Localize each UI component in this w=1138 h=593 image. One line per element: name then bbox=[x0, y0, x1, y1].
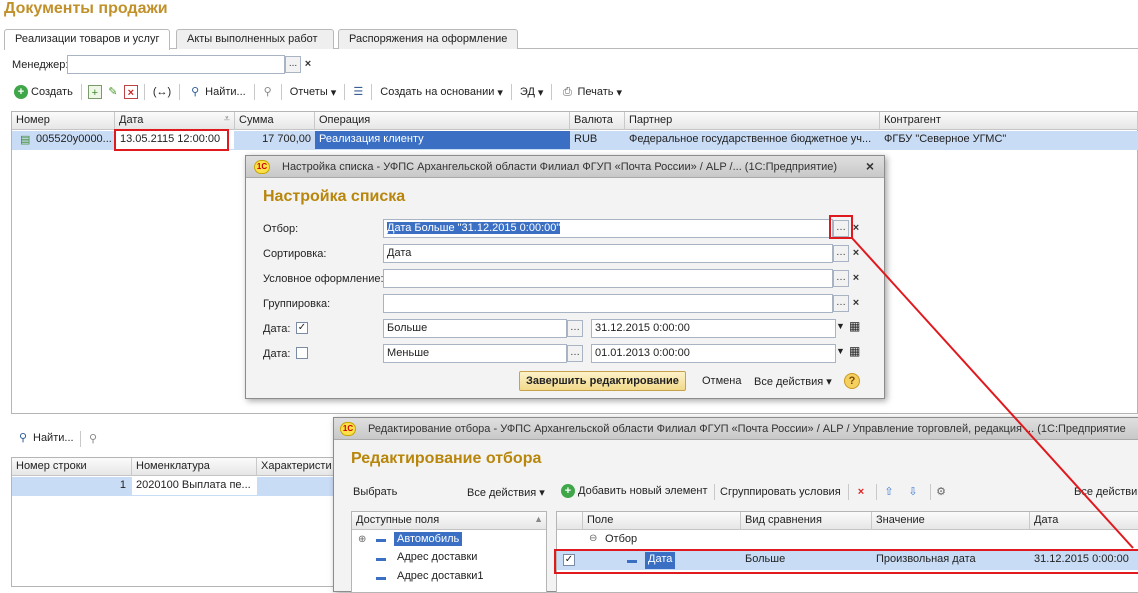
connector-line bbox=[851, 237, 1134, 549]
highlight-connector bbox=[851, 237, 1134, 549]
